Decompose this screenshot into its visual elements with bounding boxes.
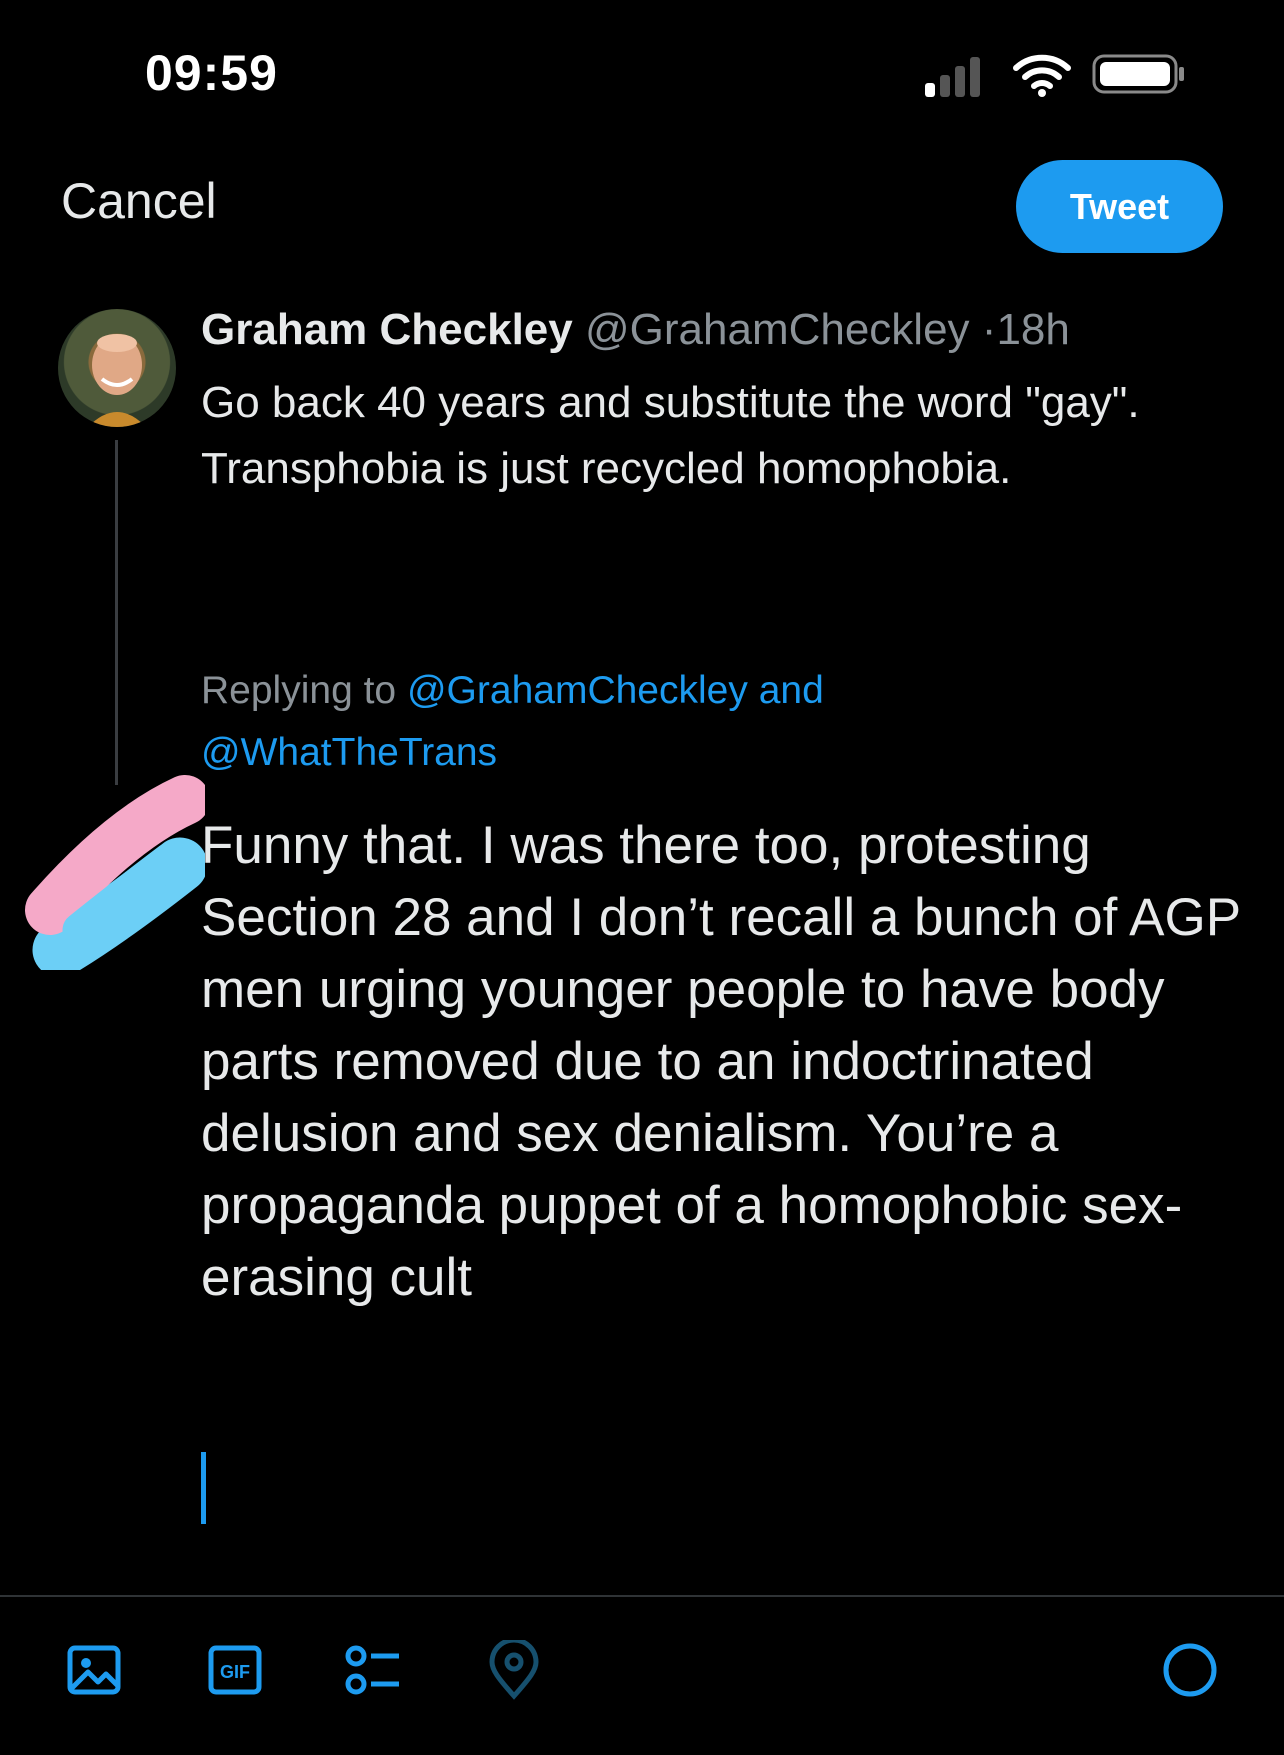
mention-link-2[interactable]: @WhatTheTrans	[201, 731, 497, 774]
original-tweet-text: Go back 40 years and substitute the word…	[201, 378, 1140, 493]
replying-to: Replying to @GrahamCheckley and @WhatThe…	[201, 660, 1181, 784]
author-name[interactable]: Graham Checkley	[201, 305, 573, 354]
wifi-icon	[1013, 54, 1071, 97]
mention-link-1[interactable]: @GrahamCheckley	[407, 669, 748, 712]
location-icon[interactable]	[484, 1640, 544, 1700]
replying-prefix: Replying to	[201, 669, 397, 712]
battery-icon	[1092, 54, 1184, 94]
tweet-time: 18h	[996, 305, 1070, 354]
toolbar-divider	[0, 1595, 1284, 1597]
replying-and[interactable]: and	[759, 669, 824, 712]
meta-separator: ·	[981, 305, 997, 354]
character-count-icon	[1163, 1643, 1217, 1697]
avatar-photo	[88, 334, 146, 427]
thread-line	[115, 440, 118, 785]
poll-icon[interactable]	[343, 1640, 403, 1700]
status-time: 09:59	[145, 45, 278, 101]
gif-icon[interactable]: GIF	[205, 1640, 265, 1700]
reply-text-input[interactable]: Funny that. I was there too, protesting …	[201, 810, 1251, 1314]
tweet-button[interactable]: Tweet	[1016, 160, 1223, 253]
signal-icon	[925, 53, 991, 97]
svg-text:GIF: GIF	[220, 1662, 250, 1682]
author-avatar[interactable]	[58, 309, 176, 427]
author-handle[interactable]: @GrahamCheckley	[585, 305, 970, 354]
text-cursor	[201, 1452, 206, 1524]
redacted-avatar-scribble	[25, 775, 205, 970]
cancel-button[interactable]: Cancel	[61, 172, 217, 230]
tweet-header: Graham Checkley @GrahamCheckley ·18h	[201, 305, 1070, 355]
image-icon[interactable]	[64, 1640, 124, 1700]
